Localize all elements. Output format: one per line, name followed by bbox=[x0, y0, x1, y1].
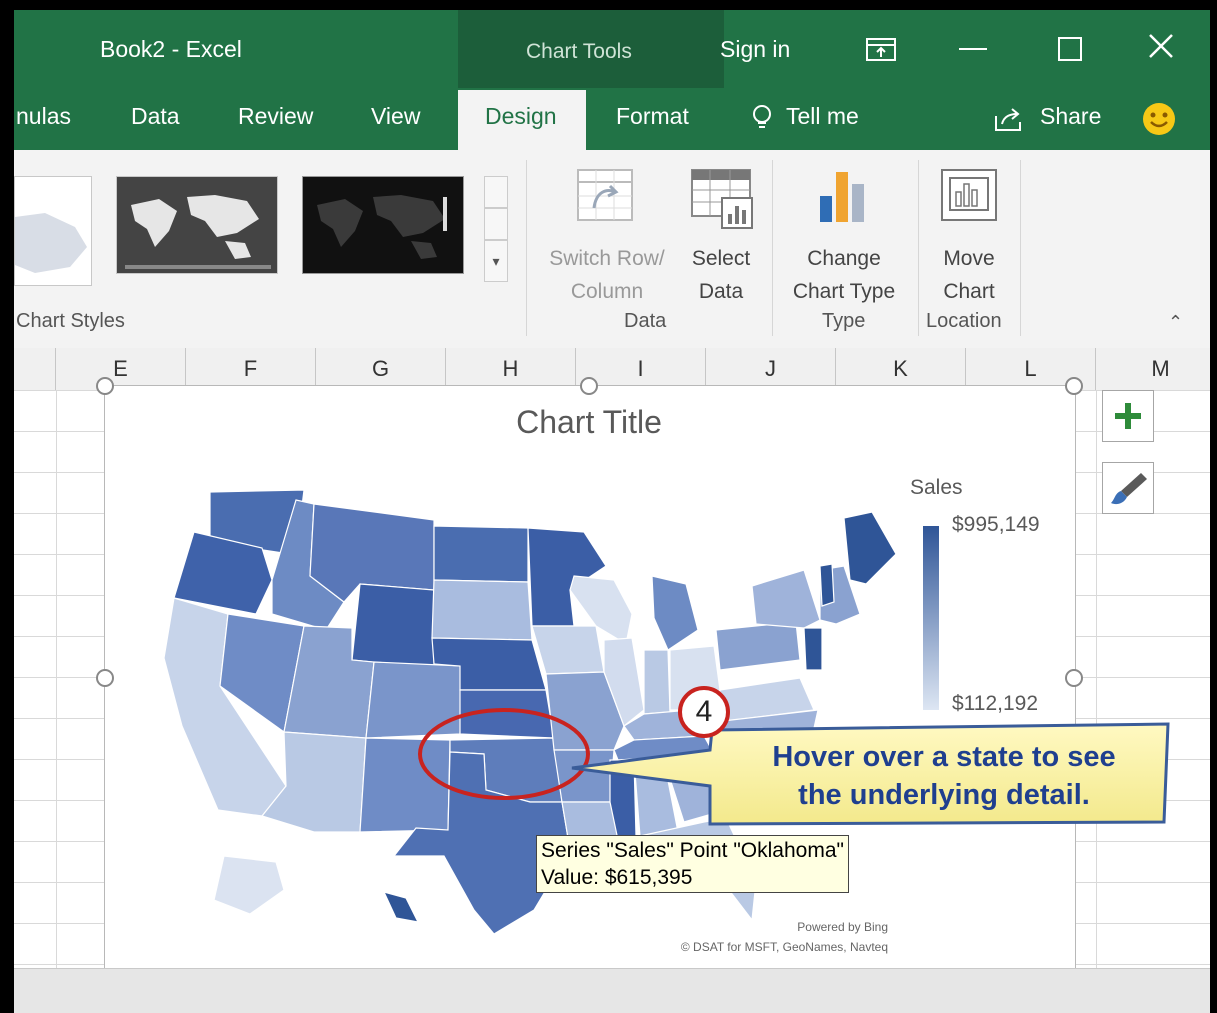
chart-elements-button[interactable] bbox=[1102, 390, 1154, 442]
callout-line-1: Hover over a state to see bbox=[772, 741, 1116, 773]
tooltip-series-point: Series "Sales" Point "Oklahoma" bbox=[541, 839, 844, 862]
status-bar bbox=[14, 968, 1210, 1013]
chart-styles-button[interactable] bbox=[1102, 462, 1154, 514]
callout-text: Hover over a state to see the underlying… bbox=[714, 738, 1174, 814]
step-number-badge: 4 bbox=[678, 686, 730, 738]
data-point-tooltip: Series "Sales" Point "Oklahoma" Value: $6… bbox=[536, 835, 849, 893]
excel-window: Book2 - Excel Chart Tools Sign in nulas … bbox=[14, 10, 1210, 1013]
brush-icon bbox=[1111, 473, 1147, 505]
callout-line-2: the underlying detail. bbox=[798, 779, 1090, 811]
tooltip-value: Value: $615,395 bbox=[541, 866, 693, 889]
plus-icon bbox=[1115, 403, 1141, 429]
